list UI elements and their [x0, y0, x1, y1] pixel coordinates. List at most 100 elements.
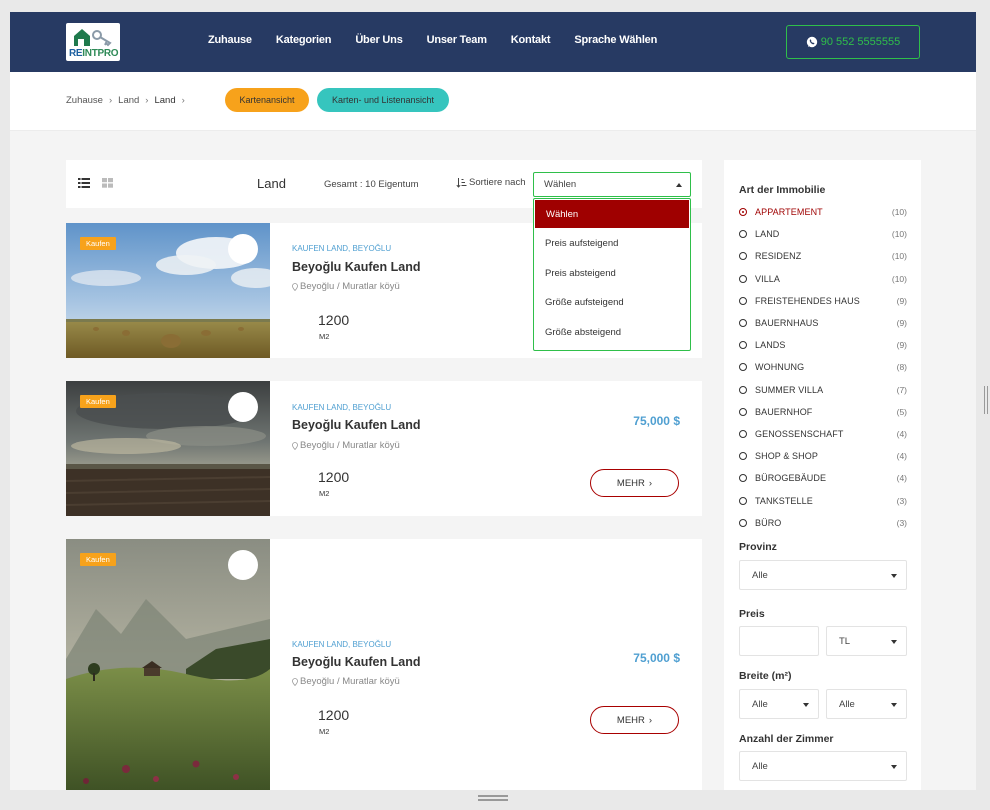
property-type-heading: Art der Immobilie — [739, 184, 826, 196]
whatsapp-icon — [806, 36, 817, 48]
map-view-button[interactable]: Kartenansicht — [225, 88, 309, 112]
site-logo[interactable]: REINTPRO — [66, 23, 120, 61]
radio-icon[interactable] — [739, 407, 747, 416]
caret-down-icon — [891, 574, 897, 578]
favorite-button[interactable] — [228, 550, 258, 580]
listing-card[interactable]: Kaufen KAUFEN LAND, BEYOĞLU Beyoğlu Kauf… — [66, 381, 702, 516]
listing-area: 1200 — [318, 469, 350, 485]
rooms-select[interactable]: Alle — [739, 751, 907, 781]
listing-category[interactable]: KAUFEN LAND, BEYOĞLU — [292, 244, 391, 253]
property-type-option[interactable]: LAND (10) — [739, 223, 907, 245]
listing-image[interactable]: Kaufen — [66, 223, 270, 358]
main-nav: Zuhause Kategorien Über Uns Unser Team K… — [208, 34, 681, 46]
whatsapp-phone-button[interactable]: 90 552 5555555 — [786, 25, 920, 59]
radio-icon[interactable] — [739, 341, 747, 350]
radio-icon[interactable] — [739, 296, 747, 305]
property-type-label: LANDS — [755, 340, 786, 351]
favorite-button[interactable] — [228, 234, 258, 264]
property-type-option[interactable]: SUMMER VILLA (7) — [739, 379, 907, 401]
more-button[interactable]: MEHR › — [590, 469, 679, 497]
property-type-option[interactable]: APPARTEMENT (10) — [739, 201, 907, 223]
listing-image[interactable]: Kaufen — [66, 381, 270, 516]
listing-badge: Kaufen — [80, 237, 116, 250]
more-button-label: MEHR — [616, 477, 645, 489]
map-list-view-button[interactable]: Karten- und Listenansicht — [317, 88, 449, 112]
chevron-right-icon: › — [648, 477, 653, 489]
grid-view-icon[interactable] — [102, 178, 113, 188]
nav-unser-team[interactable]: Unser Team — [427, 34, 487, 46]
listing-title: Land — [257, 176, 286, 191]
nav-sprache-wahlen[interactable]: Sprache Wählen — [574, 34, 657, 46]
province-heading: Provinz — [739, 541, 777, 553]
more-button[interactable]: MEHR › — [590, 706, 679, 734]
radio-icon[interactable] — [739, 474, 747, 483]
property-type-option[interactable]: GENOSSENSCHAFT (4) — [739, 423, 907, 445]
listing-category[interactable]: KAUFEN LAND, BEYOĞLU — [292, 403, 391, 412]
currency-select[interactable]: TL — [826, 626, 907, 656]
listing-badge: Kaufen — [80, 553, 116, 566]
province-select[interactable]: Alle — [739, 560, 907, 590]
property-type-count: (9) — [896, 340, 907, 351]
listing-title-link[interactable]: Beyoğlu Kaufen Land — [292, 260, 420, 274]
property-type-option[interactable]: WOHNUNG (8) — [739, 356, 907, 378]
house-key-icon — [74, 29, 112, 47]
property-type-option[interactable]: BÜROGEBÄUDE (4) — [739, 467, 907, 489]
province-select-value: Alle — [752, 570, 768, 581]
radio-icon[interactable] — [739, 496, 747, 505]
width-min-select[interactable]: Alle — [739, 689, 819, 719]
property-type-option[interactable]: SHOP & SHOP (4) — [739, 445, 907, 467]
sort-option-size-desc[interactable]: Größe absteigend — [534, 318, 690, 348]
listing-image[interactable]: Kaufen — [66, 539, 270, 790]
sort-icon — [456, 178, 467, 188]
radio-icon[interactable] — [739, 252, 747, 261]
breadcrumb: Zuhause › Land › Land › — [66, 95, 191, 106]
listing-category[interactable]: KAUFEN LAND, BEYOĞLU — [292, 640, 391, 649]
property-type-label: WOHNUNG — [755, 362, 805, 373]
property-type-option[interactable]: TANKSTELLE (3) — [739, 489, 907, 511]
property-type-option[interactable]: VILLA (10) — [739, 268, 907, 290]
resize-handle-right[interactable] — [984, 386, 988, 414]
listing-location: Beyoğlu / Muratlar köyü — [292, 281, 400, 292]
property-type-count: (3) — [896, 495, 907, 506]
property-type-option[interactable]: BÜRO (3) — [739, 512, 907, 534]
radio-icon[interactable] — [739, 319, 747, 328]
listing-title-link[interactable]: Beyoğlu Kaufen Land — [292, 418, 420, 432]
sort-option-default[interactable]: Wählen — [535, 200, 689, 228]
radio-icon[interactable] — [739, 274, 747, 283]
nav-uber-uns[interactable]: Über Uns — [355, 34, 403, 46]
price-heading: Preis — [739, 608, 765, 620]
property-type-count: (10) — [891, 207, 907, 218]
price-input[interactable] — [739, 626, 819, 656]
breadcrumb-land[interactable]: Land — [118, 95, 139, 106]
property-type-option[interactable]: RESIDENZ (10) — [739, 245, 907, 267]
nav-kategorien[interactable]: Kategorien — [276, 34, 332, 46]
sort-option-price-asc[interactable]: Preis aufsteigend — [534, 229, 690, 259]
listing-location: Beyoğlu / Muratlar köyü — [292, 440, 400, 451]
radio-icon[interactable] — [739, 385, 747, 394]
radio-icon[interactable] — [739, 518, 747, 527]
favorite-button[interactable] — [228, 392, 258, 422]
nav-zuhause[interactable]: Zuhause — [208, 34, 252, 46]
map-pin-icon — [292, 282, 298, 291]
property-type-option[interactable]: BAUERNHOF (5) — [739, 401, 907, 423]
radio-icon[interactable] — [739, 230, 747, 239]
radio-icon[interactable] — [739, 208, 747, 217]
listing-title-link[interactable]: Beyoğlu Kaufen Land — [292, 655, 420, 669]
sort-label-text: Sortiere nach — [469, 177, 526, 188]
radio-icon[interactable] — [739, 452, 747, 461]
list-view-icon[interactable] — [78, 178, 90, 188]
radio-icon[interactable] — [739, 363, 747, 372]
property-type-option[interactable]: LANDS (9) — [739, 334, 907, 356]
sort-option-size-asc[interactable]: Größe aufsteigend — [534, 288, 690, 318]
property-type-option[interactable]: FREISTEHENDES HAUS (9) — [739, 290, 907, 312]
listing-card[interactable]: Kaufen KAUFEN LAND, BEYOĞLU Beyoğlu Kauf… — [66, 539, 702, 790]
width-max-select[interactable]: Alle — [826, 689, 907, 719]
breadcrumb-home[interactable]: Zuhause — [66, 95, 103, 106]
property-type-label: RESIDENZ — [755, 251, 802, 262]
radio-icon[interactable] — [739, 429, 747, 438]
sort-option-price-desc[interactable]: Preis absteigend — [534, 259, 690, 289]
property-type-option[interactable]: BAUERNHAUS (9) — [739, 312, 907, 334]
sort-select[interactable]: Wählen — [533, 172, 691, 197]
nav-kontakt[interactable]: Kontakt — [511, 34, 551, 46]
resize-handle-bottom[interactable] — [478, 795, 508, 801]
